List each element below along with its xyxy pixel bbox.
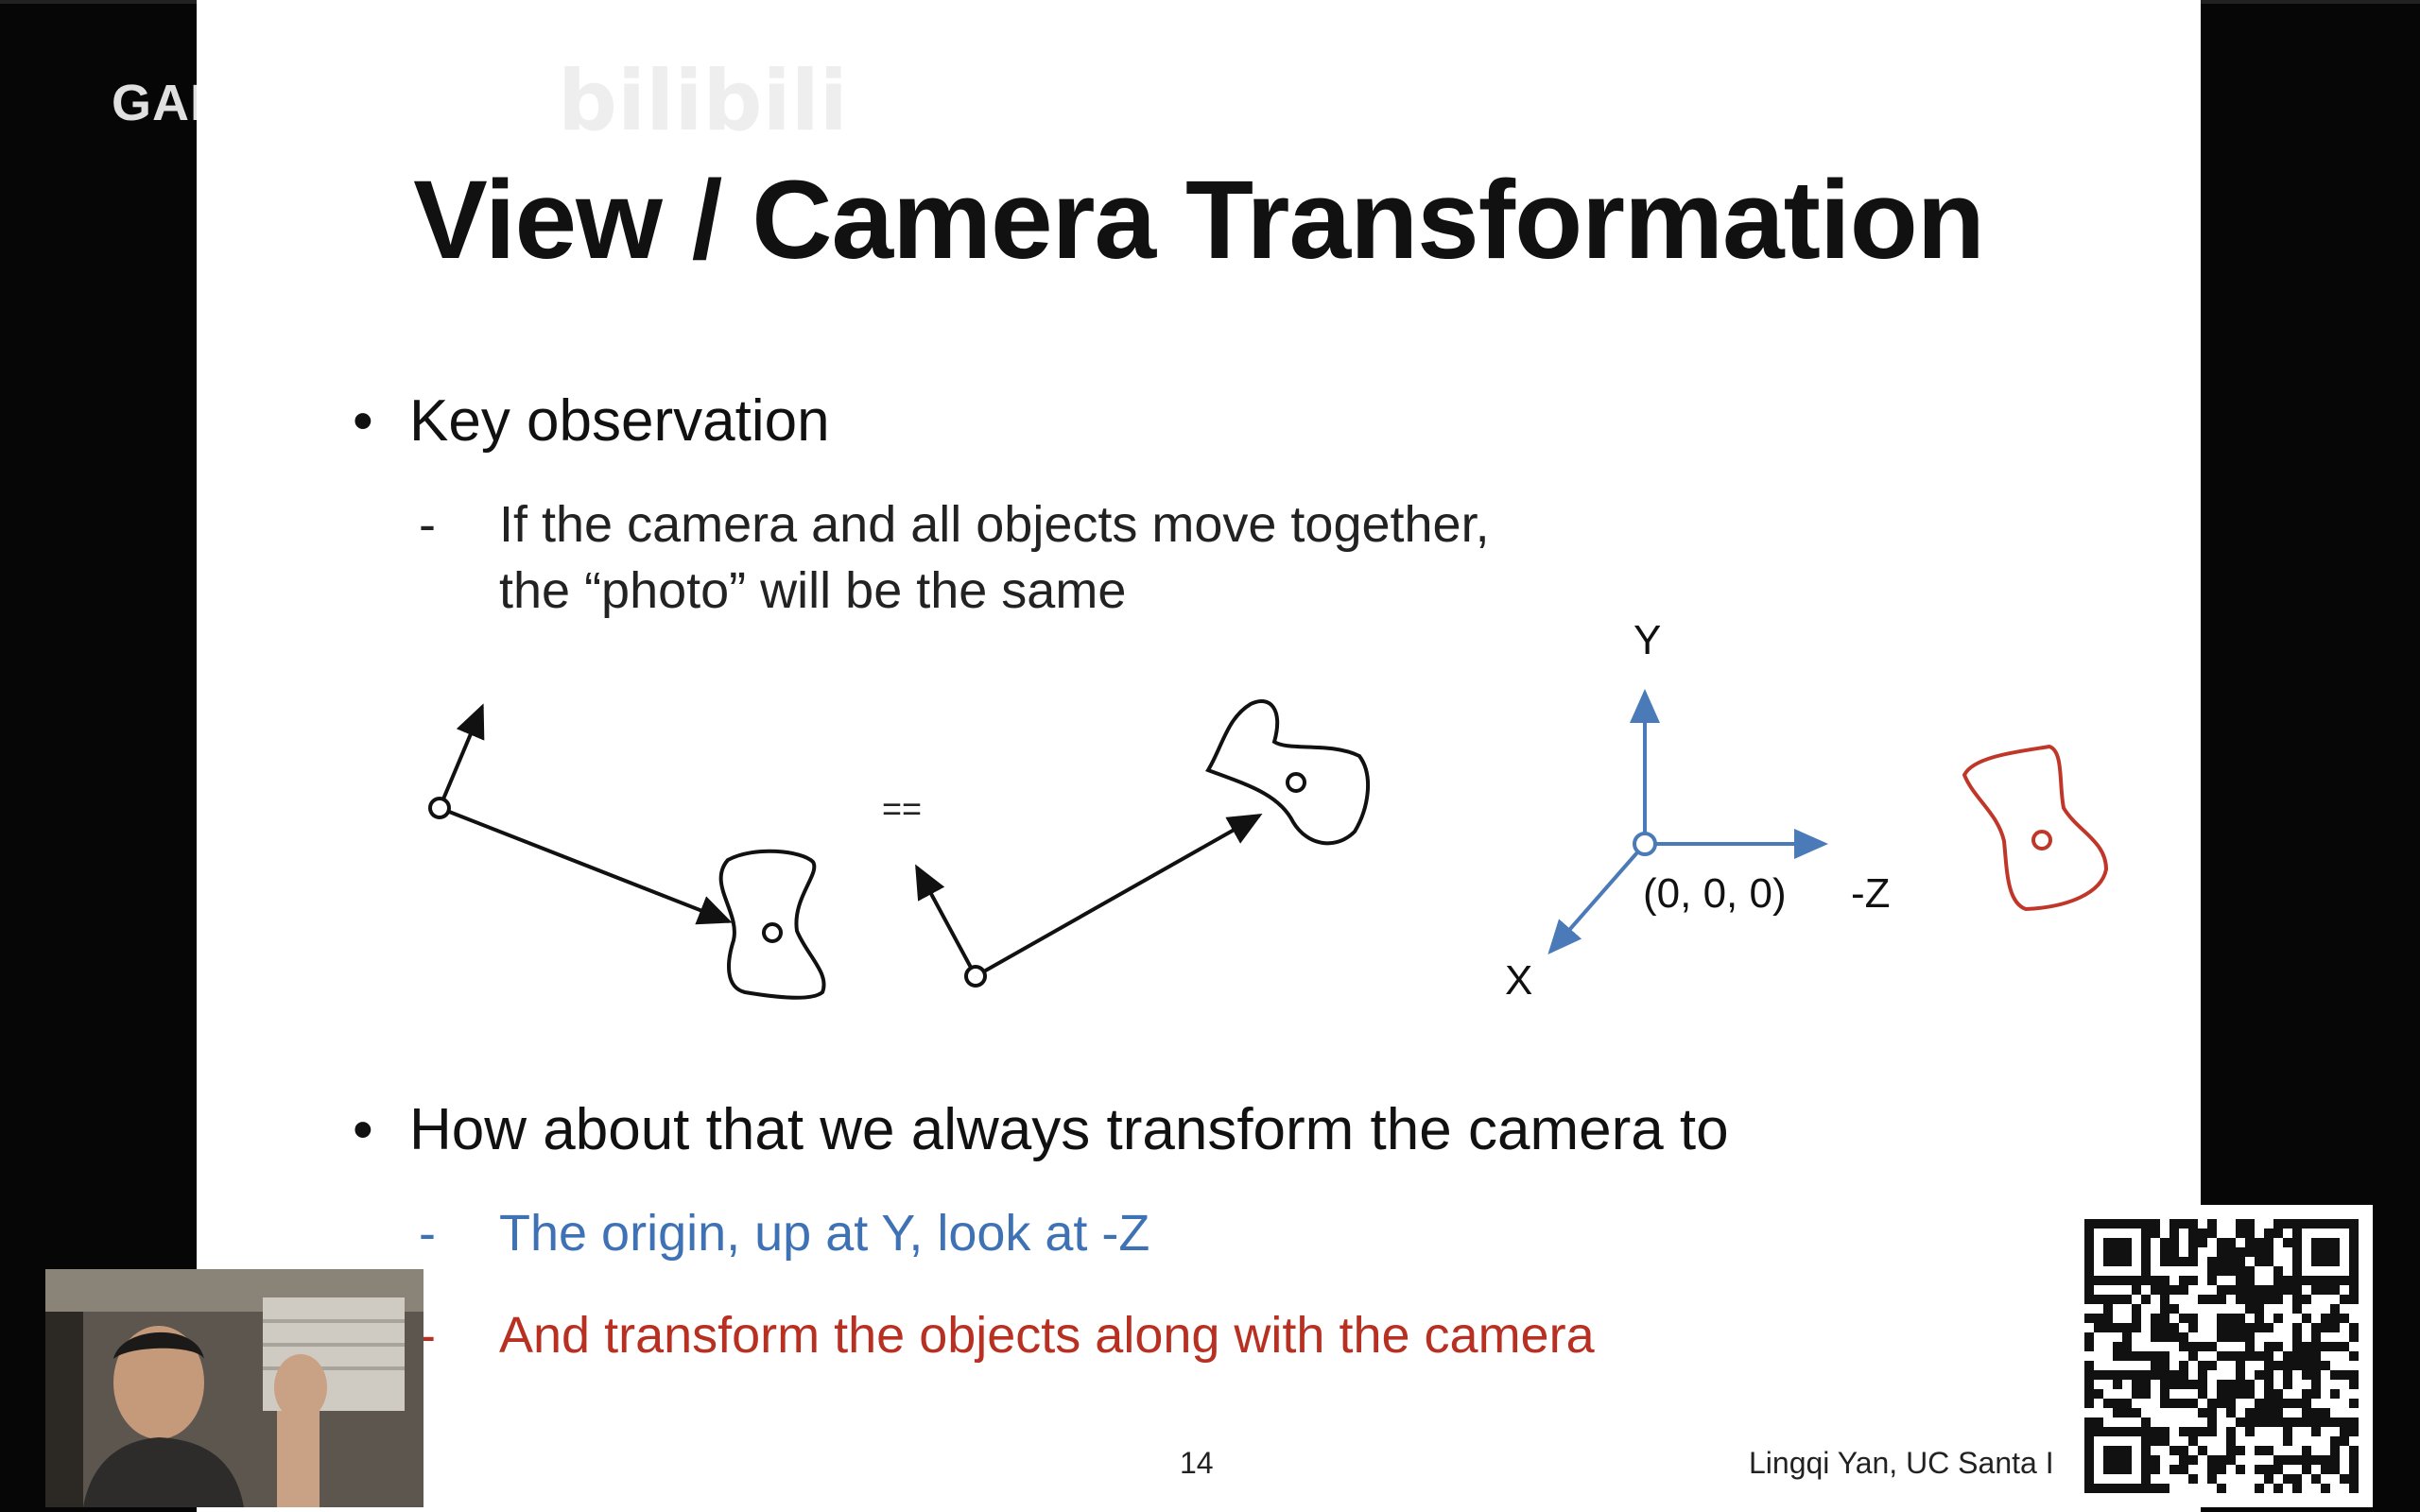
- watermark-text: GAMES-Webinar: [112, 75, 529, 131]
- object-right-icon: [1205, 698, 1371, 846]
- qr-code-icon: [2084, 1219, 2359, 1493]
- camera-diagram: == Y -Z X (0, 0, 0): [428, 617, 2109, 1004]
- object-left-icon: [718, 849, 826, 1000]
- slide-author: Lingqi Yan, UC Santa I: [1749, 1446, 2054, 1480]
- equals-sign: ==: [882, 789, 922, 828]
- sub-item-origin: - The origin, up at Y, look at -Z: [419, 1200, 1150, 1266]
- axis-label-y: Y: [1634, 617, 1661, 663]
- camera-right-icon: [915, 814, 1263, 988]
- sub-item-transform-objects: - And transform the objects along with t…: [419, 1302, 1595, 1368]
- origin-label: (0, 0, 0): [1643, 870, 1787, 917]
- presenter-webcam: [45, 1269, 424, 1507]
- presenter-video-icon: [45, 1269, 424, 1507]
- bilibili-logo-icon: bilibili: [558, 52, 848, 149]
- qr-code: [2070, 1205, 2373, 1507]
- axis-label-x: X: [1505, 957, 1532, 1004]
- bullet-how-about: • How about that we always transform the …: [353, 1096, 1729, 1163]
- dash: -: [419, 1205, 436, 1262]
- object-red-icon: [1962, 744, 2109, 912]
- axis-label-z: -Z: [1851, 870, 1891, 917]
- sub-text-origin: The origin, up at Y, look at -Z: [499, 1205, 1150, 1262]
- camera-left-icon: [428, 703, 733, 925]
- sub-text-transform: And transform the objects along with the…: [499, 1307, 1595, 1364]
- bullet-dot: •: [353, 1097, 373, 1162]
- bullet-text: How about that we always transform the c…: [409, 1097, 1729, 1162]
- slide: View / Camera Transformation • Key observ…: [197, 0, 2201, 1512]
- page-number: 14: [1180, 1446, 1214, 1480]
